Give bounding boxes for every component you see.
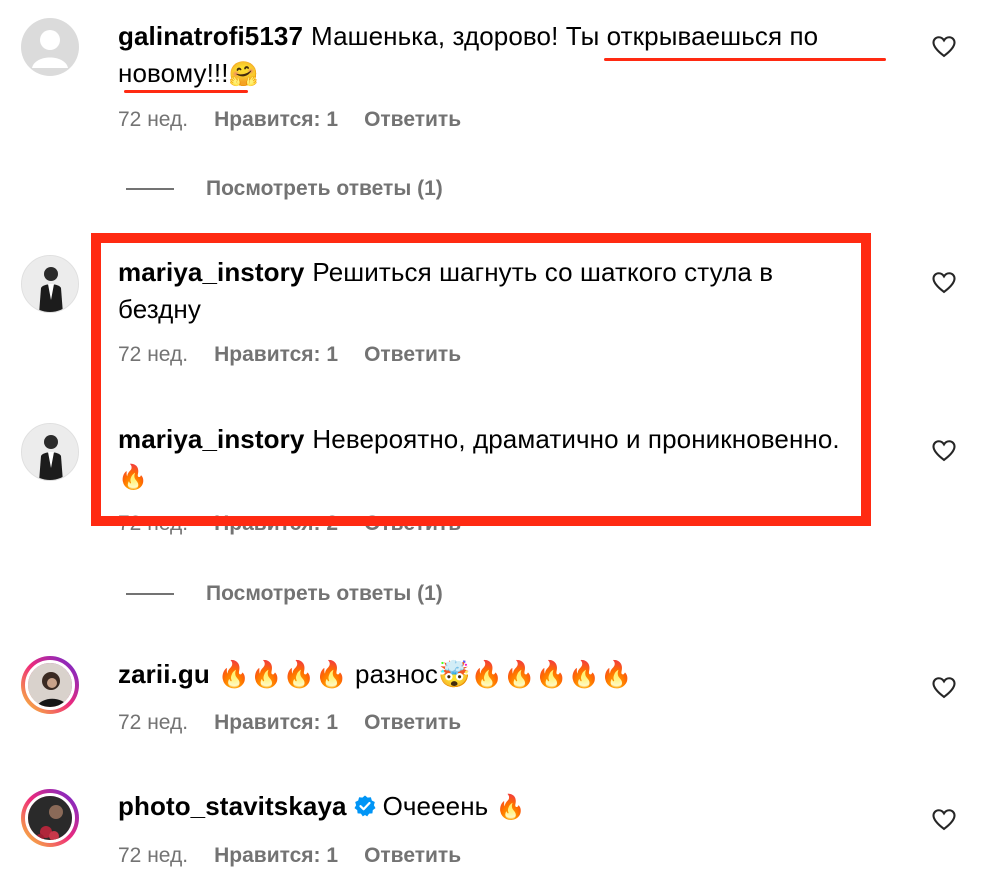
comment-meta: 72 нед. Нравится: 1 Ответить (118, 343, 461, 367)
verified-badge-icon (354, 795, 376, 817)
like-heart-icon[interactable] (930, 436, 958, 464)
profile-photo-icon (28, 663, 72, 707)
hugging-emoji-icon: 🤗 (228, 61, 259, 88)
view-replies-button[interactable]: Посмотреть ответы (1) (126, 582, 443, 606)
like-heart-icon[interactable] (930, 32, 958, 60)
likes-count[interactable]: Нравится: 2 (214, 512, 338, 536)
username[interactable]: zarii.gu (118, 659, 210, 689)
likes-count[interactable]: Нравится: 1 (214, 108, 338, 132)
profile-photo-icon (22, 256, 78, 312)
username[interactable]: photo_stavitskaya (118, 791, 347, 821)
timestamp[interactable]: 72 нед. (118, 711, 188, 735)
avatar[interactable] (21, 423, 79, 481)
username[interactable]: galinatrofi5137 (118, 21, 303, 51)
comment-meta: 72 нед. Нравится: 1 Ответить (118, 108, 461, 132)
reply-button[interactable]: Ответить (364, 108, 461, 132)
default-avatar-icon (32, 30, 68, 68)
likes-count[interactable]: Нравится: 1 (214, 844, 338, 868)
replies-divider (126, 593, 174, 595)
avatar[interactable] (21, 18, 79, 76)
comment-body: Машенька, здорово! (311, 21, 566, 51)
comment-body: Невероятно, драматично и проникновенно. (312, 424, 840, 454)
comment-meta: 72 нед. Нравится: 2 Ответить (118, 512, 461, 536)
view-replies-button[interactable]: Посмотреть ответы (1) (126, 177, 443, 201)
likes-count[interactable]: Нравится: 1 (214, 343, 338, 367)
comment-body: Очееень (382, 791, 496, 821)
comment-meta: 72 нед. Нравится: 1 Ответить (118, 844, 461, 868)
fire-emoji-icon: 🔥 (495, 794, 526, 821)
timestamp[interactable]: 72 нед. (118, 108, 188, 132)
comment-body: 🔥🔥🔥🔥 разнос🤯🔥🔥🔥🔥🔥 (217, 659, 633, 689)
likes-count[interactable]: Нравится: 1 (214, 711, 338, 735)
reply-button[interactable]: Ответить (364, 711, 461, 735)
like-heart-icon[interactable] (930, 673, 958, 701)
replies-divider (126, 188, 174, 190)
fire-emoji-icon: 🔥 (118, 464, 148, 491)
comment-text: photo_stavitskaya Очееень 🔥 (118, 788, 888, 826)
reply-button[interactable]: Ответить (364, 343, 461, 367)
comment-text: zarii.gu 🔥🔥🔥🔥 разнос🤯🔥🔥🔥🔥🔥 (118, 656, 888, 693)
like-heart-icon[interactable] (930, 268, 958, 296)
comment-meta: 72 нед. Нравится: 1 Ответить (118, 711, 461, 735)
view-replies-label: Посмотреть ответы (1) (206, 582, 443, 605)
reply-button[interactable]: Ответить (364, 844, 461, 868)
username[interactable]: mariya_instory (118, 424, 304, 454)
comment-text: galinatrofi5137 Машенька, здорово! Ты отк… (118, 18, 888, 93)
profile-photo-icon (28, 796, 72, 840)
avatar-story-ring[interactable] (21, 656, 79, 714)
like-heart-icon[interactable] (930, 805, 958, 833)
timestamp[interactable]: 72 нед. (118, 343, 188, 367)
comment-text: mariya_instory Решиться шагнуть со шатког… (118, 254, 858, 328)
username[interactable]: mariya_instory (118, 257, 304, 287)
avatar-story-ring[interactable] (21, 789, 79, 847)
highlight-underline (604, 58, 886, 61)
highlight-underline (124, 90, 248, 93)
view-replies-label: Посмотреть ответы (1) (206, 177, 443, 200)
timestamp[interactable]: 72 нед. (118, 512, 188, 536)
timestamp[interactable]: 72 нед. (118, 844, 188, 868)
comment-text: mariya_instory Невероятно, драматично и п… (118, 421, 858, 496)
avatar[interactable] (21, 255, 79, 313)
profile-photo-icon (22, 424, 78, 480)
reply-button[interactable]: Ответить (364, 512, 461, 536)
